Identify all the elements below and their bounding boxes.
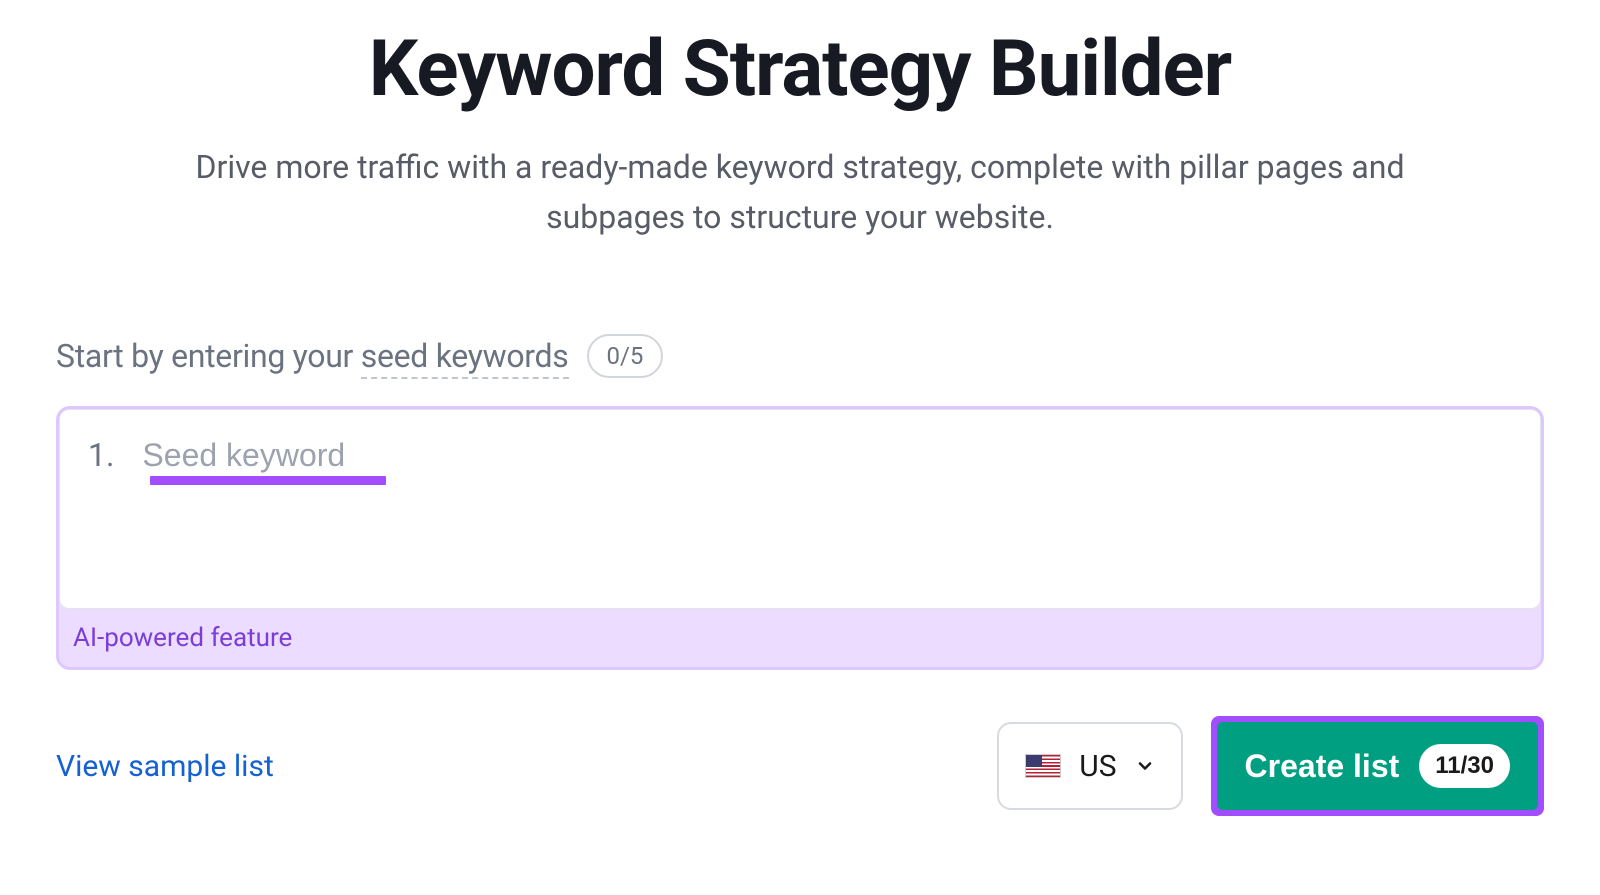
seed-keyword-input[interactable] [142,437,542,474]
country-select[interactable]: US [997,722,1182,810]
seed-prompt-row: Start by entering your seed keywords 0/5 [56,334,1544,378]
ai-feature-label: AI-powered feature [59,609,1541,667]
seed-keywords-term[interactable]: seed keywords [361,337,569,379]
create-button-highlight: Create list 11/30 [1211,716,1544,816]
create-list-button[interactable]: Create list 11/30 [1217,722,1538,810]
highlight-underline [150,476,386,485]
view-sample-link[interactable]: View sample list [56,749,274,784]
create-list-label: Create list [1245,748,1400,785]
seed-input-panel: 1. AI-powered feature [56,406,1544,670]
country-code-label: US [1079,749,1116,784]
page-title: Keyword Strategy Builder [56,24,1544,115]
page-subtitle: Drive more traffic with a ready-made key… [190,143,1410,242]
actions-row: View sample list US Create list 11/30 [56,716,1544,816]
seed-prompt-text: Start by entering your seed keywords [56,337,569,375]
chevron-down-icon [1135,756,1155,776]
seed-count-pill: 0/5 [587,334,664,378]
seed-input-area[interactable]: 1. [59,409,1541,609]
create-list-quota: 11/30 [1419,744,1510,788]
right-actions: US Create list 11/30 [997,716,1544,816]
seed-prompt-prefix: Start by entering your [56,337,361,375]
seed-input-line: 1. [88,436,1512,474]
seed-input-index: 1. [88,436,114,474]
us-flag-icon [1025,754,1061,778]
page-root: Keyword Strategy Builder Drive more traf… [0,0,1600,895]
